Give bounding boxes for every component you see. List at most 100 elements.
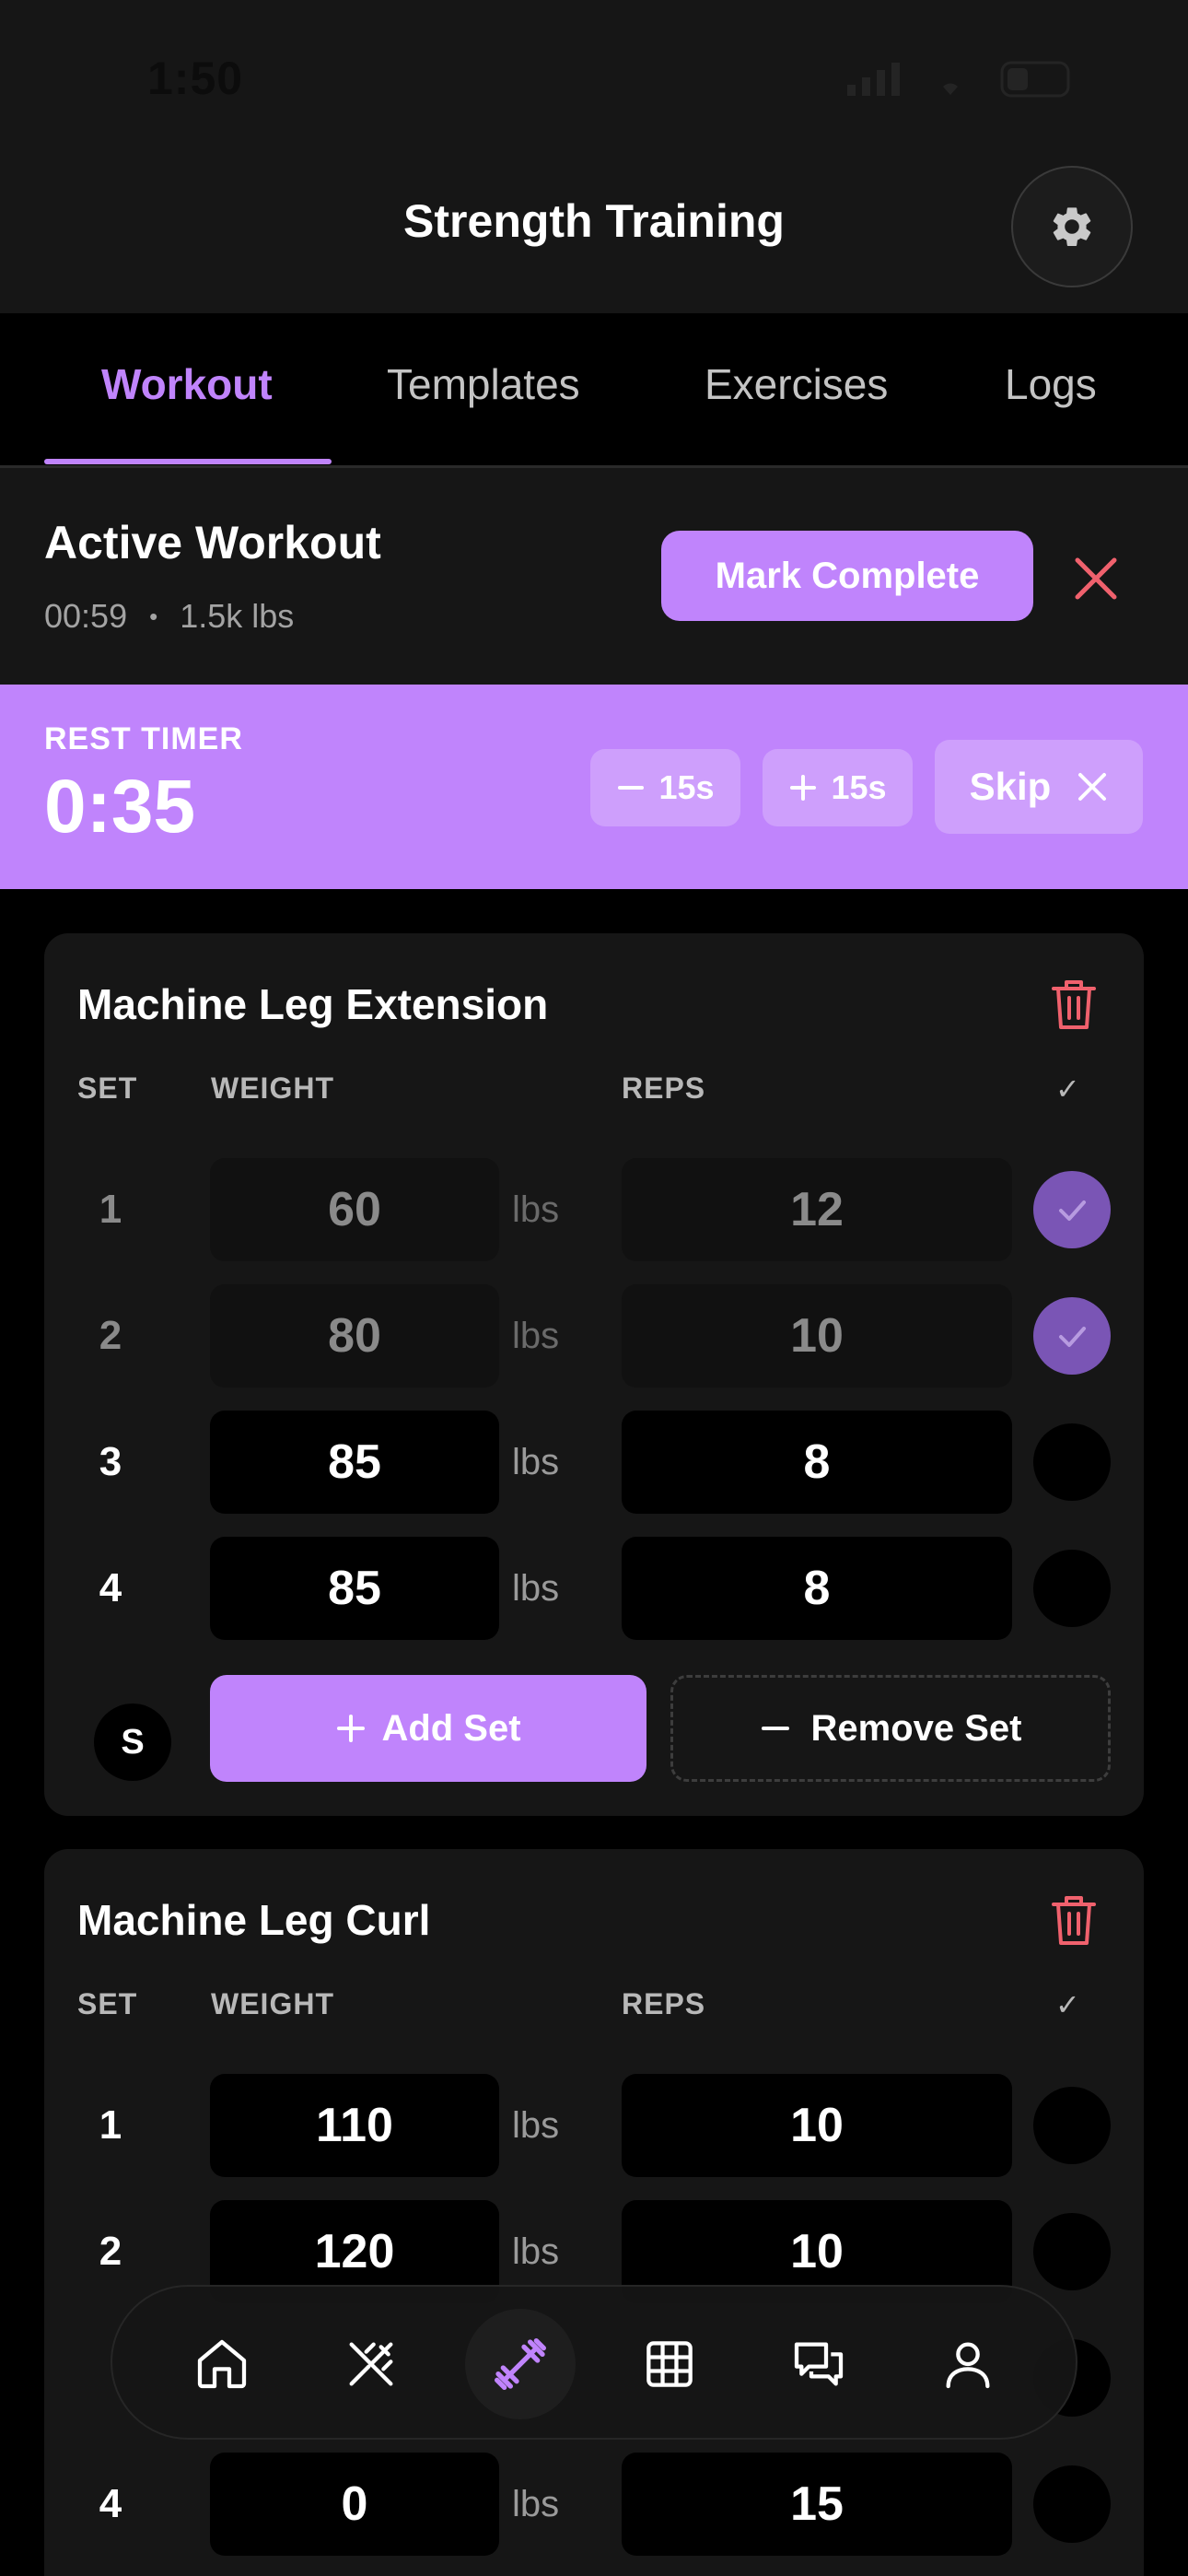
nav-nutrition[interactable] [316,2309,426,2419]
set-complete-toggle[interactable] [1033,1423,1111,1501]
plus-icon [337,1715,366,1742]
exercise-card: Machine Leg Extension SET WEIGHT REPS ✓ … [44,933,1144,1816]
minus-15s-label: 15s [658,768,715,806]
reps-input[interactable]: 12 [622,1158,1012,1261]
set-complete-toggle[interactable] [1033,1171,1111,1248]
bottom-nav [111,2285,1077,2440]
fork-knife-icon [349,2342,393,2386]
elapsed-time: 00:59 [44,597,128,635]
skip-label: Skip [969,765,1052,808]
col-head-reps: REPS [622,1987,706,2020]
nav-profile[interactable] [913,2309,1023,2419]
checkmark-icon [1059,1200,1086,1221]
set-number: 1 [99,1187,122,1232]
superset-badge[interactable]: S [94,1704,171,1781]
nav-home[interactable] [167,2309,277,2419]
reps-input[interactable]: 8 [622,1411,1012,1514]
weight-input[interactable]: 80 [210,1284,499,1388]
set-number: 3 [99,1439,122,1484]
col-head-check: ✓ [1055,1072,1081,1106]
close-workout-icon[interactable] [1068,551,1124,606]
status-bar: 1:50 [0,0,1188,161]
mark-complete-button[interactable]: Mark Complete [661,531,1033,621]
set-complete-toggle[interactable] [1033,1550,1111,1627]
weight-unit: lbs [512,1315,560,1356]
weight-input[interactable]: 60 [210,1158,499,1261]
reps-input[interactable]: 10 [622,2074,1012,2177]
exercise-name: Machine Leg Curl [77,1896,431,1944]
minus-15s-button[interactable]: 15s [590,749,740,826]
profile-icon [946,2342,990,2389]
weight-input[interactable]: 0 [210,2453,499,2556]
total-volume: 1.5k lbs [180,597,295,635]
rest-timer-value: 0:35 [44,765,196,849]
minus-icon [618,786,645,790]
add-set-label: Add Set [381,1707,521,1749]
trash-icon[interactable] [1050,978,1098,1031]
active-workout-bar: Active Workout 00:59 • 1.5k lbs Mark Com… [0,468,1188,685]
col-head-weight: WEIGHT [211,1071,334,1105]
set-row: 4 0 lbs 15 [44,2453,1144,2556]
tab-logs[interactable]: Logs [1005,359,1097,409]
weight-unit: lbs [512,1188,560,1230]
reps-input[interactable]: 8 [622,1537,1012,1640]
exercise-name: Machine Leg Extension [77,980,549,1028]
nav-grid[interactable] [614,2309,725,2419]
set-complete-toggle[interactable] [1033,2213,1111,2290]
set-row: 1 110 lbs 10 [44,2074,1144,2177]
plus-15s-label: 15s [831,768,887,806]
checkmark-icon [1059,1327,1086,1347]
add-set-button[interactable]: Add Set [210,1675,646,1782]
battery-icon [1000,61,1070,98]
set-number: 4 [99,2481,122,2526]
set-complete-toggle[interactable] [1033,2465,1111,2543]
set-complete-toggle[interactable] [1033,2087,1111,2164]
rest-timer: REST TIMER 0:35 15s 15s Skip [0,685,1188,889]
chat-icon [794,2342,844,2386]
reps-input[interactable]: 10 [622,1284,1012,1388]
tab-templates[interactable]: Templates [387,359,580,409]
dumbbell-icon [495,2338,546,2390]
tab-exercises[interactable]: Exercises [705,359,888,409]
rest-timer-label: REST TIMER [44,721,243,756]
active-tab-indicator [44,459,332,464]
status-icons [845,61,1077,98]
weight-unit: lbs [512,2483,560,2524]
set-number: 2 [99,2229,122,2274]
wifi-icon [943,83,958,95]
remove-set-button[interactable]: Remove Set [670,1675,1111,1782]
weight-unit: lbs [512,1441,560,1482]
status-time: 1:50 [147,53,244,104]
weight-input[interactable]: 85 [210,1411,499,1514]
col-head-weight: WEIGHT [211,1987,334,2020]
plus-15s-button[interactable]: 15s [763,749,913,826]
trash-icon[interactable] [1050,1893,1098,1947]
weight-unit: lbs [512,2104,560,2146]
col-head-set: SET [77,1071,138,1105]
skip-rest-button[interactable]: Skip [935,740,1143,834]
col-head-set: SET [77,1987,138,2020]
col-head-reps: REPS [622,1071,706,1105]
reps-input[interactable]: 15 [622,2453,1012,2556]
stats-separator: • [149,602,158,630]
set-row: 3 85 lbs 8 [44,1411,1144,1514]
set-complete-toggle[interactable] [1033,1297,1111,1375]
set-number: 1 [99,2102,122,2148]
weight-input[interactable]: 85 [210,1537,499,1640]
app-header: Strength Training [0,161,1188,313]
nav-workout[interactable] [465,2309,576,2419]
remove-set-label: Remove Set [810,1707,1022,1749]
set-number: 4 [99,1565,122,1610]
tab-workout[interactable]: Workout [101,359,273,409]
exercise-card: Machine Leg Curl SET WEIGHT REPS ✓ 1 110… [44,1849,1144,2576]
active-workout-title: Active Workout [44,517,381,568]
active-workout-stats: 00:59 • 1.5k lbs [44,597,294,636]
set-row: 1 60 lbs 12 [44,1158,1144,1261]
page-title: Strength Training [403,195,785,247]
weight-unit: lbs [512,1567,560,1609]
weight-input[interactable]: 110 [210,2074,499,2177]
settings-button[interactable] [1011,166,1133,287]
signal-icon [847,63,900,96]
nav-messages[interactable] [763,2309,874,2419]
minus-icon [761,1727,789,1730]
